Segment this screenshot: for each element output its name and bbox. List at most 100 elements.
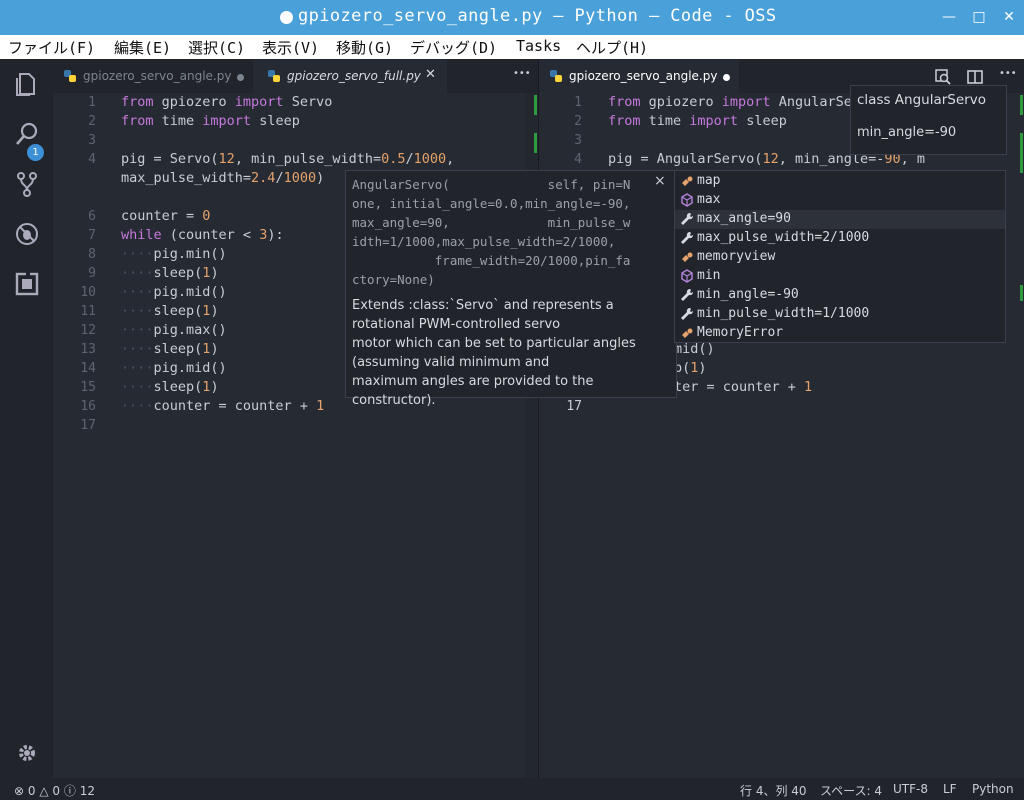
suggestion-item[interactable]: map	[675, 172, 1005, 191]
line-number: 9	[88, 266, 96, 281]
wrench-icon	[681, 288, 694, 301]
wrench-icon	[681, 212, 694, 225]
cube-icon	[681, 269, 693, 283]
git-change-marker	[534, 133, 537, 153]
suggestion-item[interactable]: min_angle=-90	[675, 286, 1005, 305]
cursor-position[interactable]: 行 4、列 40	[740, 782, 807, 799]
more-actions-button[interactable]: •••	[513, 68, 531, 79]
line-number: 14	[80, 361, 96, 376]
status-bar: ⊗ 0 △ 0 ⓘ 12 行 4、列 40 スペース: 4 UTF-8 LF P…	[0, 778, 1024, 800]
menu-view[interactable]: 表示(V)	[262, 37, 319, 58]
explorer-badge: 1	[27, 144, 44, 161]
suggestion-item[interactable]: MemoryError	[675, 324, 1005, 343]
language-mode[interactable]: Python	[972, 782, 1014, 796]
suggestion-item[interactable]: max_angle=90	[675, 210, 1005, 229]
encoding-status[interactable]: UTF-8	[893, 782, 928, 796]
window-title: gpiozero_servo_angle.py — Python — Code …	[298, 6, 777, 26]
suggestion-label: map	[697, 173, 721, 188]
detail-text: min_angle=-90	[857, 125, 957, 140]
wrench-icon	[681, 307, 694, 320]
suggestion-label: max_pulse_width=2/1000	[697, 230, 870, 245]
autocomplete-list: map max max_angle=90 max_pulse_width=2/1000…	[674, 170, 1006, 343]
open-preview-icon[interactable]	[935, 69, 951, 85]
code-line: ····sleep(1)	[121, 265, 219, 281]
tab-servo-full[interactable]: gpiozero_servo_full.py ✕	[253, 59, 447, 93]
suggestion-label: memoryview	[697, 249, 776, 264]
error-count: 0	[27, 784, 36, 798]
suggestion-item[interactable]: memoryview	[675, 248, 1005, 267]
code-line: ····pig.mid()	[121, 360, 227, 376]
code-line: pig = Servo(12, min_pulse_width=0.5/1000…	[121, 151, 455, 167]
menu-file[interactable]: ファイル(F)	[8, 37, 95, 58]
suggestion-item[interactable]: max_pulse_width=2/1000	[675, 229, 1005, 248]
maximize-button[interactable]: □	[970, 8, 988, 26]
suggestion-label: max	[697, 192, 721, 207]
line-number: 8	[88, 247, 96, 262]
code-line: ····counter = counter + 1	[121, 398, 325, 414]
close-signature-button[interactable]: ×	[654, 173, 666, 189]
wrench-icon	[681, 231, 694, 244]
menu-bar: ファイル(F) 編集(E) 選択(C) 表示(V) 移動(G) デバッグ(D) …	[0, 35, 1024, 59]
suggestion-label: MemoryError	[697, 325, 784, 340]
class-icon	[682, 252, 693, 262]
code-line: from time import sleep	[608, 113, 787, 129]
close-window-button[interactable]: ✕	[1000, 8, 1018, 26]
split-editor-icon[interactable]	[967, 69, 983, 85]
source-control-icon[interactable]	[14, 171, 40, 197]
code-line: ····sleep(1)	[121, 303, 219, 319]
indentation-status[interactable]: スペース: 4	[820, 782, 882, 799]
line-number: 6	[88, 209, 96, 224]
line-number: 17	[80, 418, 96, 433]
code-line: ····pig.mid()	[121, 284, 227, 300]
code-line: from time import sleep	[121, 113, 300, 129]
signature-help-popup: AngularServo( self, pin=N one, initial_a…	[345, 170, 677, 408]
settings-gear-icon[interactable]	[14, 740, 40, 766]
menu-tasks[interactable]: Tasks	[516, 37, 561, 55]
tab-servo-angle-left[interactable]: gpiozero_servo_angle.py	[53, 59, 253, 93]
unsaved-dot-icon	[280, 11, 293, 24]
menu-go[interactable]: 移動(G)	[336, 37, 393, 58]
problems-summary[interactable]: ⊗ 0 △ 0 ⓘ 12	[14, 782, 95, 799]
menu-selection[interactable]: 選択(C)	[188, 37, 245, 58]
close-tab-icon[interactable]: ✕	[425, 67, 436, 82]
code-line: ····pig.max()	[121, 322, 227, 338]
suggestion-item[interactable]: max	[675, 191, 1005, 210]
signature-text: AngularServo( self, pin=N one, initial_a…	[352, 177, 631, 287]
tab-servo-angle-right[interactable]: gpiozero_servo_angle.py	[539, 59, 739, 93]
code-line: max_pulse_width=2.4/1000)	[121, 170, 325, 186]
minimize-button[interactable]: —	[940, 8, 958, 26]
line-number: 4	[88, 152, 96, 167]
detail-title: class AngularServo	[857, 92, 986, 108]
code-line: p(1)	[674, 360, 707, 376]
git-change-marker	[534, 95, 537, 115]
line-number: 16	[80, 399, 96, 414]
debug-icon[interactable]	[14, 221, 40, 247]
extensions-icon[interactable]	[14, 271, 40, 297]
info-icon: ⓘ	[63, 784, 76, 798]
suggestion-label: min_pulse_width=1/1000	[697, 306, 870, 321]
code-line: ····pig.min()	[121, 246, 227, 262]
explorer-icon[interactable]	[14, 71, 40, 97]
line-number: 2	[574, 114, 582, 129]
code-line: from gpiozero import AngularSe	[608, 94, 852, 110]
cube-icon	[681, 193, 693, 207]
suggestion-item[interactable]: min_pulse_width=1/1000	[675, 305, 1005, 324]
menu-help[interactable]: ヘルプ(H)	[576, 37, 648, 58]
warning-count: 0	[52, 784, 61, 798]
suggestion-label: max_angle=90	[697, 211, 791, 226]
eol-status[interactable]: LF	[943, 782, 957, 796]
info-count: 12	[79, 784, 96, 798]
more-actions-button[interactable]: •••	[999, 68, 1017, 79]
code-line: ····sleep(1)	[121, 379, 219, 395]
suggestion-item[interactable]: min	[675, 267, 1005, 286]
menu-edit[interactable]: 編集(E)	[114, 37, 171, 58]
menu-debug[interactable]: デバッグ(D)	[410, 37, 497, 58]
warning-icon: △	[39, 784, 49, 798]
line-number: 10	[80, 285, 96, 300]
line-number: 3	[574, 133, 582, 148]
python-file-icon	[550, 70, 562, 82]
left-tab-bar: gpiozero_servo_angle.py gpiozero_servo_f…	[53, 59, 538, 93]
code-line: while (counter < 3):	[121, 227, 284, 243]
error-icon: ⊗	[14, 784, 25, 798]
line-number: 3	[88, 133, 96, 148]
